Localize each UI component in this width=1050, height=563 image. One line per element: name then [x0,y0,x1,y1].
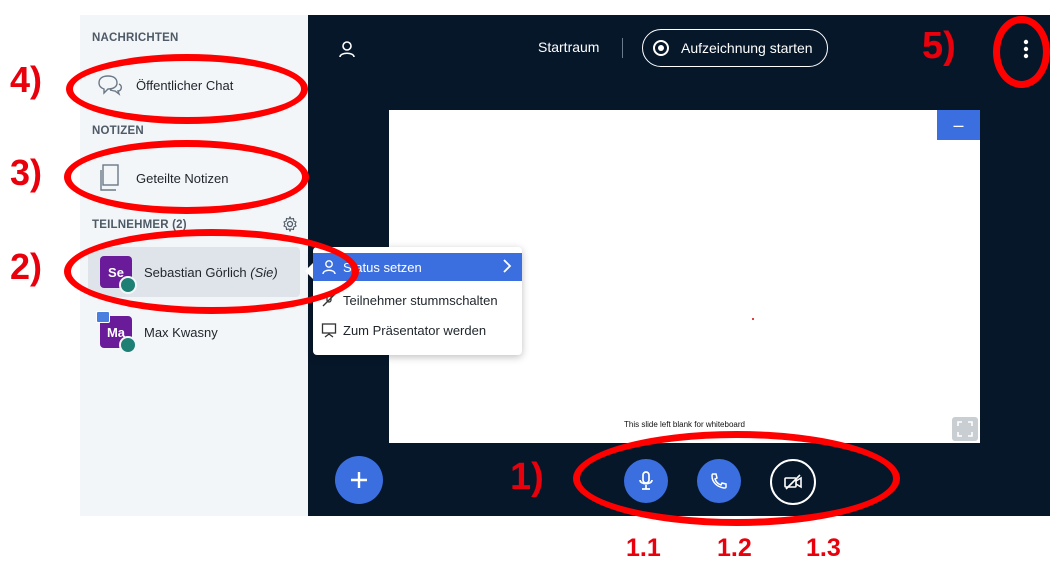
presentation-board-icon [321,322,337,338]
annotation-label-options: 5) [922,25,956,67]
audio-status-icon [119,336,137,354]
annotation-label-notes: 3) [10,152,43,193]
record-label: Aufzeichnung starten [681,40,813,56]
annotation-ring-audio-video [573,431,900,526]
participant-row-max[interactable]: Ma Max Kwasny [88,307,300,357]
annotation-label-camera: 1.3 [806,534,841,562]
annotation-ring-notes [64,140,309,214]
menu-item-label: Teilnehmer stummschalten [343,292,498,308]
participant-name: Max Kwasny [144,324,218,340]
annotation-label-chat: 4) [10,59,43,100]
menu-item-label: Zum Präsentator werden [343,322,487,338]
annotation-ring-options [993,16,1050,88]
annotation-label-participant: 2) [10,246,43,287]
presenter-icon [96,311,110,323]
actions-plus-button[interactable] [335,456,383,504]
avatar: Ma [96,311,137,354]
slide-caption: This slide left blank for whiteboard [624,420,745,429]
menu-item-mute-participant[interactable]: Teilnehmer stummschalten [313,286,522,314]
plus-icon [351,472,367,488]
start-recording-button[interactable]: Aufzeichnung starten [642,29,828,67]
record-icon [653,40,669,56]
annotation-label-audio-video: 1) [510,456,544,498]
fullscreen-icon[interactable] [952,417,978,441]
annotation-label-mic: 1.1 [626,534,661,562]
room-title: Startraum [538,39,600,55]
whiteboard-dot [752,318,754,320]
chevron-right-icon [502,258,512,276]
topbar-divider [622,38,623,58]
menu-item-make-presenter[interactable]: Zum Präsentator werden [313,316,522,344]
notes-section-title: NOTIZEN [92,125,144,137]
annotation-ring-participant [64,229,359,314]
annotation-ring-chat [66,54,308,124]
participants-section-title: TEILNEHMER (2) [92,219,187,231]
user-icon[interactable] [338,40,356,63]
minimize-presentation-button[interactable]: – [937,110,980,140]
messages-section-title: NACHRICHTEN [92,32,179,44]
annotation-label-phone: 1.2 [717,534,752,562]
